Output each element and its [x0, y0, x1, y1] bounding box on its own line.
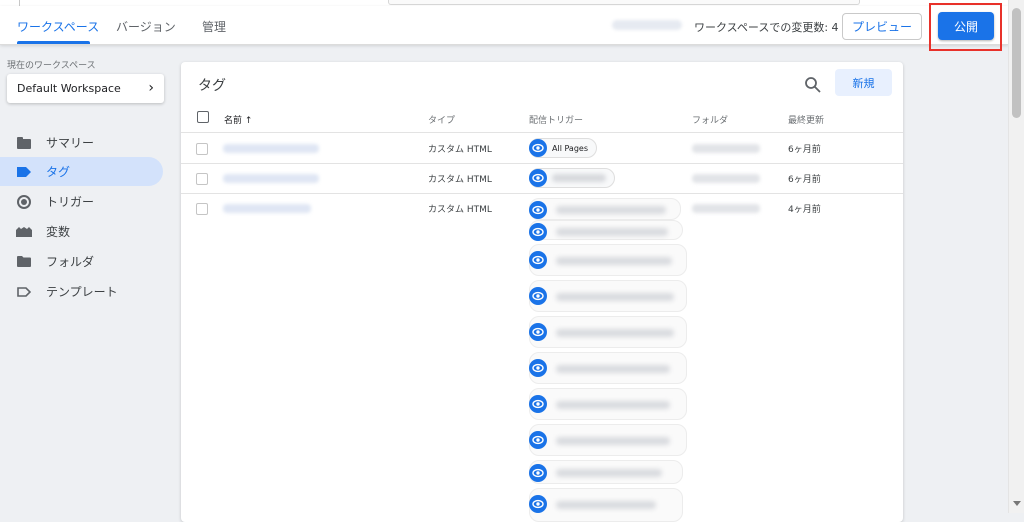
- trigger-chip[interactable]: [529, 388, 687, 420]
- blurred-trigger-name: [556, 401, 670, 409]
- tag-type: カスタム HTML: [428, 145, 492, 155]
- workspace-changes-count: ワークスペースでの変更数: 4: [694, 21, 839, 34]
- variables-icon: [16, 224, 32, 240]
- pageview-trigger-icon: [529, 201, 547, 219]
- pageview-trigger-icon: [529, 395, 547, 413]
- summary-icon: [16, 135, 32, 151]
- workspace-caption: 現在のワークスペース: [7, 61, 96, 71]
- blurred-trigger-name: [556, 365, 670, 373]
- tags-panel: タグ 新規 名前 ↑ タイプ 配信トリガー フォルダ 最終更新 カスタム HTM…: [181, 62, 903, 522]
- row-checkbox[interactable]: [196, 203, 208, 215]
- pageview-trigger-icon: [529, 359, 547, 377]
- sidebar-item-label: タグ: [46, 165, 71, 179]
- blurred-folder: [692, 204, 760, 213]
- last-updated: 4ヶ月前: [788, 205, 821, 215]
- trigger-chip[interactable]: [529, 352, 687, 384]
- pageview-trigger-icon: [529, 139, 547, 157]
- tab-admin[interactable]: 管理: [202, 18, 226, 35]
- pageview-trigger-icon: [529, 287, 547, 305]
- trigger-name: All Pages: [552, 143, 588, 153]
- trigger-chip[interactable]: [529, 460, 683, 484]
- blurred-trigger-name: [556, 329, 674, 337]
- divider: [181, 132, 903, 133]
- tab-workspace[interactable]: ワークスペース: [17, 18, 99, 35]
- column-header-updated[interactable]: 最終更新: [788, 113, 824, 126]
- panel-title: タグ: [198, 78, 226, 94]
- column-header-trigger[interactable]: 配信トリガー: [529, 113, 583, 126]
- trigger-chip[interactable]: [529, 280, 687, 312]
- pageview-trigger-icon: [529, 223, 547, 241]
- trigger-chip[interactable]: [529, 424, 687, 456]
- last-updated: 6ヶ月前: [788, 175, 821, 185]
- folder-icon: [16, 254, 32, 270]
- active-tab-indicator: [17, 41, 90, 44]
- scroll-down-arrow-icon[interactable]: [1013, 501, 1021, 506]
- template-icon: [16, 284, 32, 300]
- trigger-chip[interactable]: [529, 168, 615, 188]
- last-updated: 6ヶ月前: [788, 145, 821, 155]
- trigger-chip[interactable]: [529, 244, 687, 276]
- pageview-trigger-icon: [529, 323, 547, 341]
- top-header: ワークスペース バージョン 管理 ワークスペースでの変更数: 4 プレビュー: [0, 6, 1008, 45]
- scrollbar-thumb[interactable]: [1012, 8, 1021, 118]
- blurred-trigger-name: [556, 437, 670, 445]
- tag-type: カスタム HTML: [428, 205, 492, 215]
- sidebar-item-templates[interactable]: テンプレート: [0, 277, 163, 306]
- blurred-trigger-name: [556, 228, 668, 236]
- tab-versions[interactable]: バージョン: [116, 18, 176, 35]
- pageview-trigger-icon: [529, 464, 547, 482]
- page-scrollbar[interactable]: [1008, 0, 1024, 513]
- sidebar-item-folders[interactable]: フォルダ: [0, 247, 163, 276]
- blurred-tag-name[interactable]: [223, 174, 319, 183]
- sidebar-item-label: フォルダ: [46, 255, 95, 269]
- pageview-trigger-icon: [529, 495, 547, 513]
- sidebar-item-triggers[interactable]: トリガー: [0, 187, 163, 216]
- column-header-name[interactable]: 名前 ↑: [224, 113, 252, 126]
- divider: [181, 193, 903, 194]
- pageview-trigger-icon: [529, 251, 547, 269]
- workspace-name: Default Workspace: [17, 82, 121, 95]
- pageview-trigger-icon: [529, 169, 547, 187]
- sidebar-item-label: 変数: [46, 225, 71, 239]
- top-input-edge: [388, 0, 860, 5]
- column-header-folder[interactable]: フォルダ: [692, 113, 728, 126]
- preview-button[interactable]: プレビュー: [842, 13, 922, 40]
- sidebar-item-summary[interactable]: サマリー: [0, 128, 163, 157]
- blurred-trigger-name: [552, 174, 606, 182]
- select-all-checkbox[interactable]: [197, 111, 209, 123]
- publish-button[interactable]: 公開: [938, 12, 994, 40]
- blurred-trigger-name: [556, 293, 674, 301]
- search-icon[interactable]: [804, 76, 822, 94]
- tag-icon: [16, 164, 32, 180]
- trigger-chip[interactable]: [529, 220, 683, 241]
- blurred-folder: [692, 144, 760, 153]
- pageview-trigger-icon: [529, 431, 547, 449]
- blurred-folder: [692, 174, 760, 183]
- tag-type: カスタム HTML: [428, 175, 492, 185]
- blurred-trigger-name: [556, 469, 662, 477]
- sidebar-item-label: トリガー: [46, 195, 95, 209]
- row-checkbox[interactable]: [196, 143, 208, 155]
- trigger-chip[interactable]: [529, 488, 683, 522]
- trigger-icon: [16, 194, 32, 210]
- blurred-trigger-name: [556, 501, 656, 509]
- sidebar-item-label: サマリー: [46, 136, 95, 150]
- row-checkbox[interactable]: [196, 173, 208, 185]
- blurred-tag-name[interactable]: [223, 144, 319, 153]
- sidebar-item-variables[interactable]: 変数: [0, 217, 163, 246]
- trigger-chip[interactable]: [529, 316, 687, 348]
- chevron-right-icon: ›: [148, 80, 154, 96]
- sidebar-item-label: テンプレート: [46, 285, 118, 299]
- trigger-chip[interactable]: All Pages: [529, 138, 597, 158]
- trigger-chip[interactable]: [529, 198, 681, 220]
- divider: [181, 163, 903, 164]
- blurred-container-id: [612, 20, 682, 30]
- sidebar-item-tags[interactable]: タグ: [0, 157, 163, 186]
- blurred-trigger-name: [556, 257, 672, 265]
- blurred-trigger-name: [556, 206, 666, 214]
- new-tag-button[interactable]: 新規: [835, 69, 892, 96]
- blurred-tag-name[interactable]: [223, 204, 311, 213]
- column-header-type[interactable]: タイプ: [428, 113, 455, 126]
- workspace-selector[interactable]: Default Workspace ›: [7, 74, 164, 103]
